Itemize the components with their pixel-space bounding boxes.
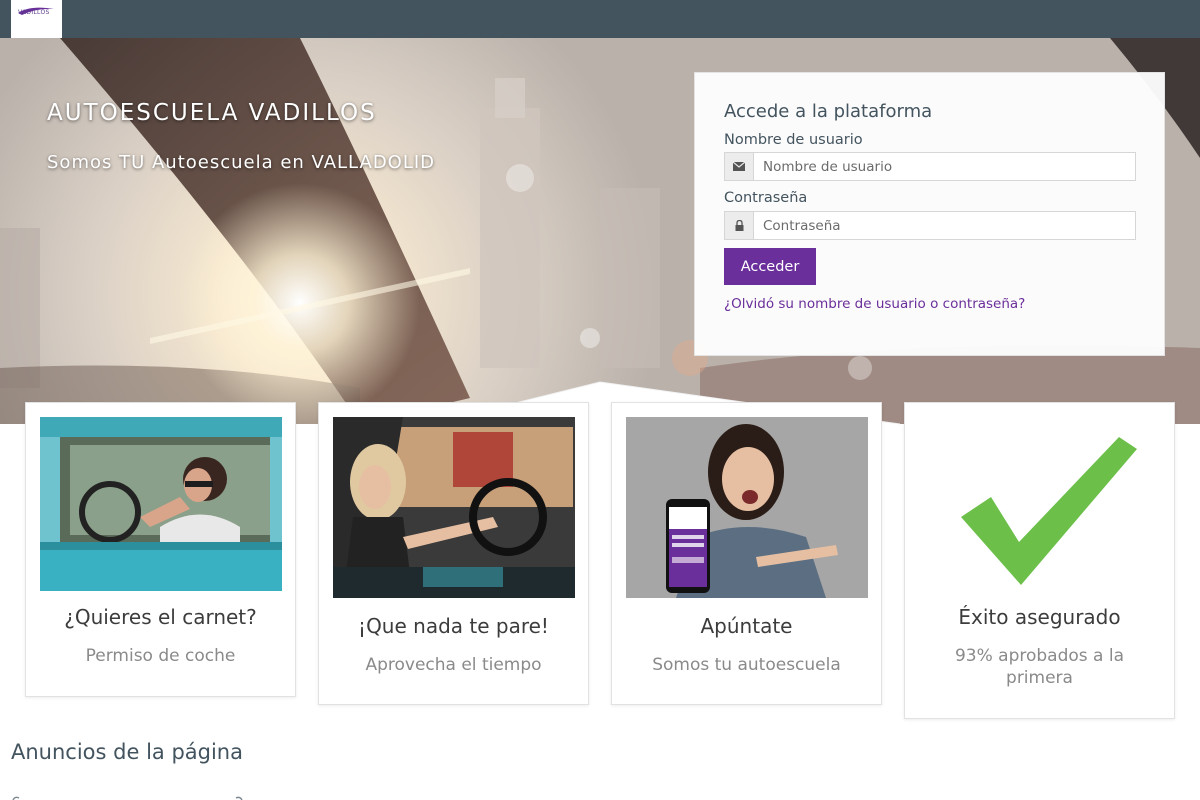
card-image-woman-in-car [40, 417, 282, 591]
envelope-icon [725, 153, 754, 180]
card-subtitle: Somos tu autoescuela [652, 655, 841, 675]
password-input[interactable] [754, 212, 1135, 239]
feature-card-apuntate[interactable]: Apúntate Somos tu autoescuela [611, 402, 882, 705]
card-image-woman-with-phone [626, 417, 868, 598]
card-image-woman-driving [333, 417, 575, 598]
card-title: Éxito asegurado [958, 605, 1121, 629]
card-title: Apúntate [700, 614, 793, 638]
username-input[interactable] [754, 153, 1135, 180]
hero-title: AUTOESCUELA VADILLOS [47, 100, 377, 126]
password-input-group [724, 211, 1136, 240]
username-input-group [724, 152, 1136, 181]
logo-text: VADILLOS [18, 9, 50, 16]
hero-subtitle: Somos TU Autoescuela en VALLADOLID [47, 152, 436, 173]
feature-card-exito-asegurado[interactable]: Éxito asegurado 93% aprobados a la prime… [904, 402, 1175, 719]
feature-card-que-nada-te-pare[interactable]: ¡Que nada te pare! Aprovecha el tiempo [318, 402, 589, 705]
password-label: Contraseña [724, 190, 808, 206]
card-subtitle: Permiso de coche [85, 646, 236, 666]
site-logo[interactable]: VADILLOS [11, 0, 62, 38]
forgot-credentials-link[interactable]: ¿Olvidó su nombre de usuario o contraseñ… [724, 296, 1025, 312]
partial-content-cutoff [12, 796, 243, 800]
login-panel: Accede a la plataforma Nombre de usuario… [694, 72, 1165, 356]
card-subtitle: 93% aprobados a la primera [954, 646, 1125, 688]
top-navbar: VADILLOS [0, 0, 1200, 38]
feature-card-carnet[interactable]: ¿Quieres el carnet? Permiso de coche [25, 402, 296, 697]
username-label: Nombre de usuario [724, 132, 863, 148]
card-title: ¡Que nada te pare! [358, 614, 549, 638]
checkmark-icon [919, 417, 1161, 591]
card-title: ¿Quieres el carnet? [64, 605, 257, 629]
login-heading: Accede a la plataforma [724, 101, 933, 122]
login-submit-button[interactable]: Acceder [724, 248, 816, 285]
card-subtitle: Aprovecha el tiempo [365, 655, 542, 675]
site-announcements-heading: Anuncios de la página [11, 740, 243, 764]
lock-icon [725, 212, 754, 239]
